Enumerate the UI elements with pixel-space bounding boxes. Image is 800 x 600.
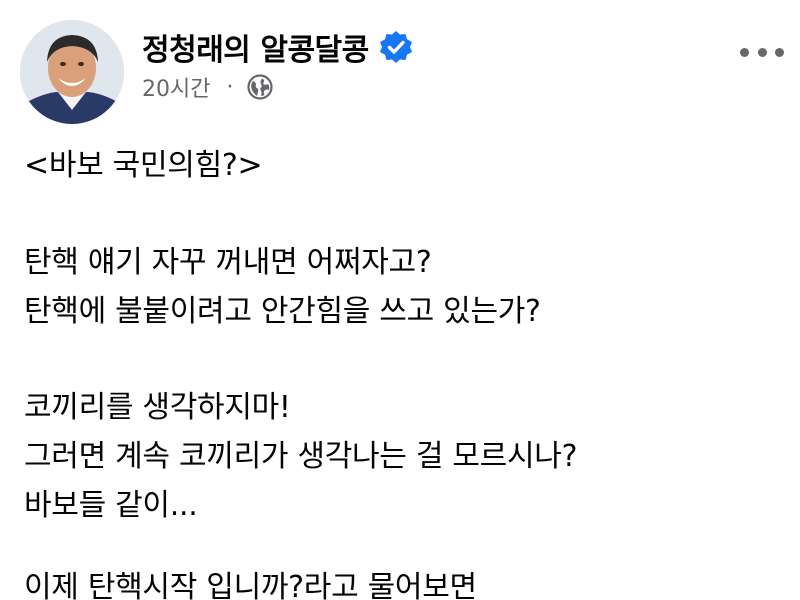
facebook-post: 정청래의 알콩달콩 20시간 · <바보 국민의힘?> 탄핵 얘기 자꾸 꺼내면… xyxy=(0,0,800,600)
globe-icon xyxy=(247,74,274,100)
post-meta: 20시간 · xyxy=(142,70,274,104)
avatar-portrait xyxy=(20,20,124,124)
more-dot xyxy=(740,47,749,57)
more-dot xyxy=(757,47,767,57)
post-text-line: 탄핵 얘기 자꾸 꺼내면 어쩌자고? xyxy=(24,245,432,280)
author-row: 정청래의 알콩달콩 xyxy=(142,24,413,70)
post-text-line: 그러면 계속 코끼리가 생각나는 걸 모르시나? xyxy=(24,439,578,474)
post-text-line: 이제 탄핵시작 입니까?라고 물어보면 xyxy=(24,570,477,600)
post-text-line: 코끼리를 생각하지마! xyxy=(24,390,291,425)
post-text-line: <바보 국민의힘?> xyxy=(24,148,263,183)
post-text-line: 탄핵에 불붙이려고 안간힘을 쓰고 있는가? xyxy=(24,294,541,329)
meta-separator: · xyxy=(226,74,234,100)
more-dot xyxy=(775,47,784,57)
post-text-line: 바보들 같이... xyxy=(24,488,198,523)
post-timestamp[interactable]: 20시간 xyxy=(142,71,210,103)
author-name[interactable]: 정청래의 알콩달콩 xyxy=(142,25,369,69)
more-options-button[interactable] xyxy=(740,40,784,64)
author-avatar[interactable] xyxy=(20,20,124,124)
verified-badge-icon xyxy=(379,30,413,64)
